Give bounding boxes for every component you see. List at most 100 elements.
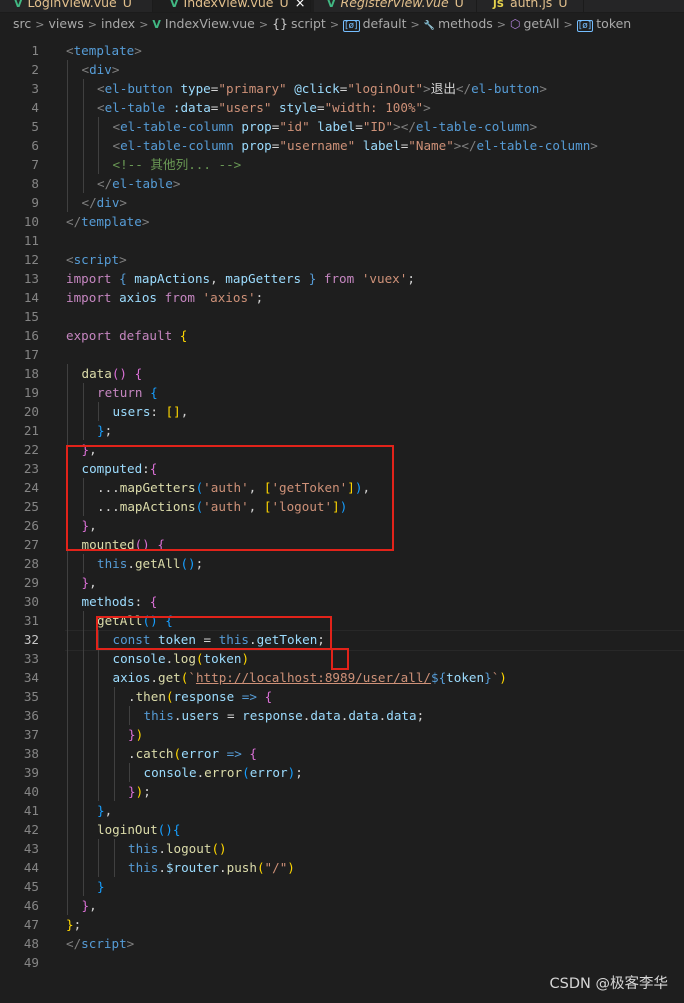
code-line[interactable]: 2 <div> xyxy=(0,60,684,79)
code-token: ( xyxy=(195,651,204,666)
code-line[interactable]: 44 this.$router.push("/") xyxy=(0,858,684,877)
line-number: 4 xyxy=(31,100,39,115)
code-line[interactable]: 18 data() { xyxy=(0,364,684,383)
line-number: 15 xyxy=(23,309,39,324)
tab-status: U xyxy=(454,0,464,10)
code-line[interactable]: 46}, xyxy=(0,896,684,915)
code-token: . xyxy=(128,689,136,704)
code-line[interactable]: 28 this.getAll(); xyxy=(0,554,684,573)
code-line[interactable]: 17 xyxy=(0,345,684,364)
code-token: "id" xyxy=(279,119,310,134)
code-line[interactable]: 34 axios.get(`http://localhost:8989/user/… xyxy=(0,668,684,687)
breadcrumb-item-default[interactable]: default xyxy=(363,13,407,35)
code-token: @click xyxy=(294,81,340,96)
code-line[interactable]: 47}; xyxy=(0,915,684,934)
code-line[interactable]: 43 this.logout() xyxy=(0,839,684,858)
code-line[interactable]: 11 xyxy=(0,231,684,250)
breadcrumb-item-script[interactable]: script xyxy=(291,13,326,35)
code-token: </ xyxy=(81,195,97,210)
code-token: } xyxy=(128,727,136,742)
code-line[interactable]: 21}; xyxy=(0,421,684,440)
tab-register-view[interactable]: V RegisterView.vue U xyxy=(327,0,464,12)
code-token: > xyxy=(126,936,135,951)
code-line[interactable]: 15 xyxy=(0,307,684,326)
code-line[interactable]: 29}, xyxy=(0,573,684,592)
code-line[interactable]: 48 </script> xyxy=(0,934,684,953)
code-line[interactable]: 19 return { xyxy=(0,383,684,402)
chevron-right-icon: > xyxy=(410,18,420,31)
line-number: 22 xyxy=(23,442,39,457)
close-icon[interactable]: × xyxy=(295,0,306,11)
breadcrumb-item-views[interactable]: views xyxy=(48,13,83,35)
code-line[interactable]: 20 users: [], xyxy=(0,402,684,421)
code-line[interactable]: 42 loginOut(){ xyxy=(0,820,684,839)
code-line[interactable]: 41}, xyxy=(0,801,684,820)
breadcrumb-item-token[interactable]: token xyxy=(596,13,631,35)
breadcrumb-item-src[interactable]: src xyxy=(13,13,31,35)
line-number: 2 xyxy=(31,62,39,77)
code-line[interactable]: 4 <el-table :data="users" style="width: 1… xyxy=(0,98,684,117)
code-token: "username" xyxy=(279,138,356,153)
tab-label: LoginView.vue xyxy=(27,0,117,10)
code-token: users xyxy=(181,708,220,723)
code-line[interactable]: 35 .then(response => { xyxy=(0,687,684,706)
code-text: console.error(error); xyxy=(144,763,303,782)
code-token: 退出 xyxy=(430,81,456,96)
tab-auth-js[interactable]: JS auth.js U xyxy=(493,0,567,12)
breadcrumb-item-getall[interactable]: getAll xyxy=(523,13,559,35)
tab-index-view[interactable]: V IndexView.vue U × xyxy=(153,0,314,12)
code-token: => xyxy=(241,689,257,704)
line-number: 30 xyxy=(23,594,39,609)
code-line[interactable]: 45} xyxy=(0,877,684,896)
code-line[interactable]: 7 <!-- 其他列... --> xyxy=(0,155,684,174)
code-line[interactable]: 39 console.error(error); xyxy=(0,763,684,782)
code-line[interactable]: 13 import { mapActions, mapGetters } from… xyxy=(0,269,684,288)
code-line[interactable]: 5 <el-table-column prop="id" label="ID"><… xyxy=(0,117,684,136)
breadcrumb-item-methods[interactable]: methods xyxy=(438,13,493,35)
code-editor[interactable]: 1 <template> 2 <div> 3 <el-button type="prima… xyxy=(0,41,684,991)
line-number: 27 xyxy=(23,537,39,552)
code-line[interactable]: 8 </el-table> xyxy=(0,174,684,193)
code-line[interactable]: 38 .catch(error => { xyxy=(0,744,684,763)
line-number: 42 xyxy=(23,822,39,837)
code-line[interactable]: 30 methods: { xyxy=(0,592,684,611)
code-token: : xyxy=(150,404,166,419)
code-token: = xyxy=(355,119,363,134)
code-line[interactable]: 10 </template> xyxy=(0,212,684,231)
code-line[interactable]: 37}) xyxy=(0,725,684,744)
tab-login-view[interactable]: V LoginView.vue U xyxy=(14,0,132,12)
breadcrumb-item-index[interactable]: index xyxy=(101,13,135,35)
code-line[interactable]: 40}); xyxy=(0,782,684,801)
code-token: : xyxy=(134,594,150,609)
vue-file-icon: V xyxy=(14,0,23,10)
code-line[interactable]: 49 xyxy=(0,953,684,972)
line-number: 24 xyxy=(23,480,39,495)
code-text: <template> xyxy=(66,41,142,60)
code-line[interactable]: 1 <template> xyxy=(0,41,684,60)
code-line[interactable]: 12 <script> xyxy=(0,250,684,269)
code-line[interactable]: 14 import axios from 'axios'; xyxy=(0,288,684,307)
code-token: ( xyxy=(173,746,182,761)
code-token: > xyxy=(172,176,181,191)
breadcrumb-item-file[interactable]: IndexView.vue xyxy=(165,13,255,35)
code-token: data xyxy=(348,708,379,723)
code-token: el-table xyxy=(104,100,166,115)
code-line[interactable]: 6 <el-table-column prop="username" label=… xyxy=(0,136,684,155)
code-line[interactable]: 16 export default { xyxy=(0,326,684,345)
code-line[interactable]: 3 <el-button type="primary" @click="login… xyxy=(0,79,684,98)
code-token: "users" xyxy=(218,100,272,115)
code-line[interactable]: 36 this.users = response.data.data.data; xyxy=(0,706,684,725)
code-token: data xyxy=(386,708,417,723)
code-token: () xyxy=(211,841,227,856)
code-token: error xyxy=(249,765,288,780)
code-line[interactable]: 9 </div> xyxy=(0,193,684,212)
code-token: { xyxy=(149,594,158,609)
line-number: 48 xyxy=(23,936,39,951)
line-number: 8 xyxy=(31,176,39,191)
code-token: < xyxy=(66,252,74,267)
code-token: </ xyxy=(455,81,472,96)
